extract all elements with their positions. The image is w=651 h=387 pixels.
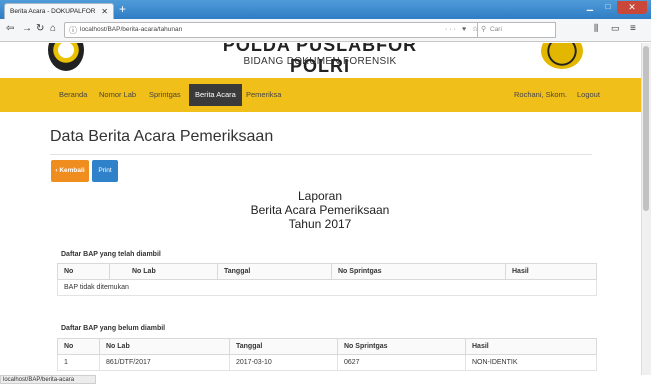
back-button-label: Kembali: [59, 167, 85, 174]
user-name[interactable]: Rochani, Skom.: [514, 90, 567, 99]
column-header: Hasil: [465, 338, 597, 355]
police-logo-left: [48, 43, 84, 71]
logout-link[interactable]: Logout: [577, 90, 600, 99]
table-header-row: No No Lab Tanggal No Sprintgas Hasil: [57, 338, 597, 355]
home-icon[interactable]: ⌂: [50, 23, 56, 34]
site-header: POLDA PUSLABFOR POLRI BIDANG DOKUMEN FOR…: [0, 43, 641, 78]
site-subtitle: BIDANG DOKUMEN FORENSIK: [243, 56, 397, 67]
report-subheading: Berita Acara Pemeriksaan: [250, 203, 390, 217]
forward-arrow-icon[interactable]: →: [22, 23, 32, 34]
back-arrow-icon[interactable]: ⇦: [6, 23, 14, 34]
column-header: No: [57, 263, 110, 280]
reload-icon[interactable]: ↻: [36, 23, 44, 34]
library-icon[interactable]: ⫼: [594, 23, 598, 34]
column-header: No Sprintgas: [331, 263, 506, 280]
menu-item-berita-acara[interactable]: Berita Acara: [189, 84, 242, 106]
page-viewport: POLDA PUSLABFOR POLRI BIDANG DOKUMEN FOR…: [0, 43, 641, 375]
column-header: No Lab: [109, 263, 218, 280]
cell-no: 1: [57, 354, 100, 371]
menu-item-pemeriksa[interactable]: Pemeriksa: [246, 90, 281, 99]
column-header: Hasil: [505, 263, 597, 280]
info-icon[interactable]: ⓘ: [69, 25, 77, 36]
column-header: No: [57, 338, 100, 355]
search-icon: ⚲: [481, 26, 487, 33]
menu-item-nomor-lab[interactable]: Nomor Lab: [99, 90, 136, 99]
cell-hasil: NON-IDENTIK: [465, 354, 597, 371]
column-header: Tanggal: [217, 263, 332, 280]
minimize-icon[interactable]: ▁: [581, 1, 599, 13]
table-row: BAP tidak ditemukan: [57, 279, 597, 296]
not-taken-section-label: Daftar BAP yang belum diambil: [61, 325, 166, 332]
main-menu: Beranda Nomor Lab Sprintgas Berita Acara…: [0, 78, 641, 112]
tab-close-icon[interactable]: ✕: [101, 7, 108, 16]
status-bar: localhost/BAP/berita-acara: [0, 375, 96, 384]
report-heading: Laporan: [297, 189, 343, 203]
maximize-icon[interactable]: □: [599, 1, 617, 13]
page-title: Data Berita Acara Pemeriksaan: [50, 128, 274, 145]
menu-item-sprintgas[interactable]: Sprintgas: [149, 90, 181, 99]
taken-section-label: Daftar BAP yang telah diambil: [61, 251, 161, 258]
tab-title: Berita Acara - DOKUPALFOR: [10, 8, 96, 15]
cell-tanggal: 2017-03-10: [229, 354, 338, 371]
page-actions-icon[interactable]: ··· ♥ ☆: [445, 25, 480, 33]
browser-tab[interactable]: Berita Acara - DOKUPALFOR ✕: [4, 3, 114, 19]
taken-table: No No Lab Tanggal No Sprintgas Hasil BAP…: [57, 263, 597, 296]
table-row: 1 861/DTF/2017 2017-03-10 0627 NON-IDENT…: [57, 354, 597, 371]
column-header: No Sprintgas: [337, 338, 466, 355]
report-year: Tahun 2017: [288, 217, 352, 231]
scrollbar-thumb[interactable]: [643, 46, 649, 211]
police-logo-right: [541, 43, 583, 69]
print-button[interactable]: Print: [92, 160, 118, 182]
browser-navbar: ⇦ → ↻ ⌂ ⓘ localhost/BAP/berita-acara/tah…: [0, 19, 651, 42]
chevron-left-icon: ‹: [55, 167, 58, 174]
url-text: localhost/BAP/berita-acara/tahunan: [80, 26, 183, 33]
window-close-icon[interactable]: ✕: [617, 1, 647, 14]
window-controls: ▁ □ ✕: [581, 1, 647, 14]
browser-titlebar: Berita Acara - DOKUPALFOR ✕ + ▁ □ ✕: [0, 0, 651, 19]
not-taken-table: No No Lab Tanggal No Sprintgas Hasil 1 8…: [57, 338, 597, 371]
cell-no-lab: 861/DTF/2017: [99, 354, 230, 371]
sidebar-icon[interactable]: ▭: [611, 23, 620, 34]
search-placeholder: Cari: [490, 26, 502, 33]
title-divider: [50, 154, 592, 155]
new-tab-icon[interactable]: +: [119, 2, 126, 16]
search-box[interactable]: ⚲ Cari: [477, 22, 556, 38]
back-button[interactable]: ‹ Kembali: [51, 160, 89, 182]
menu-item-beranda[interactable]: Beranda: [59, 90, 87, 99]
empty-message: BAP tidak ditemukan: [57, 279, 597, 296]
column-header: No Lab: [99, 338, 230, 355]
column-header: Tanggal: [229, 338, 338, 355]
menu-icon[interactable]: ≡: [630, 23, 636, 34]
table-header-row: No No Lab Tanggal No Sprintgas Hasil: [57, 263, 597, 280]
cell-no-sprintgas: 0627: [337, 354, 466, 371]
